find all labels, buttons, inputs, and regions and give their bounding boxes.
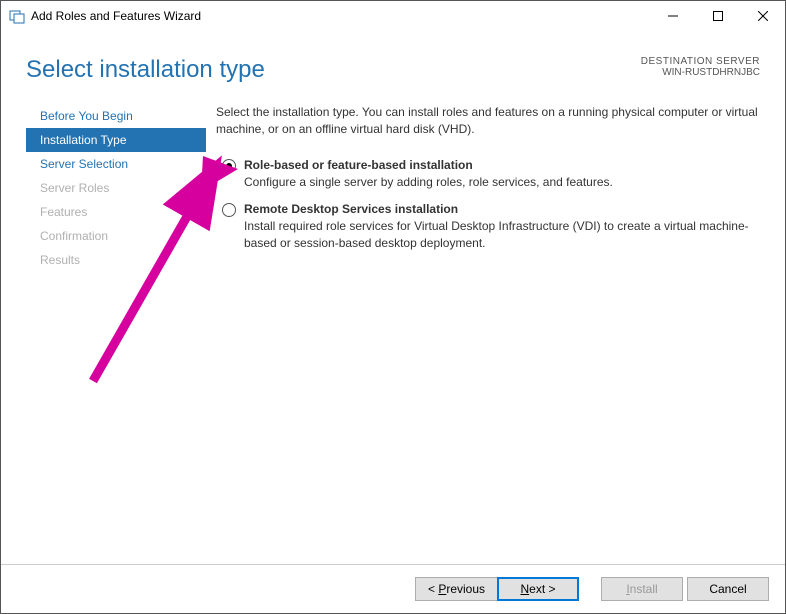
header: Select installation type DESTINATION SER…: [1, 31, 785, 104]
cancel-button[interactable]: Cancel: [687, 577, 769, 601]
destination-server-label: DESTINATION SERVER: [641, 56, 760, 67]
destination-server: DESTINATION SERVER WIN-RUSTDHRNJBC: [641, 56, 760, 78]
sidebar-item-server-selection[interactable]: Server Selection: [26, 152, 206, 176]
option-remote-desktop-desc: Install required role services for Virtu…: [244, 216, 760, 252]
sidebar-item-confirmation: Confirmation: [26, 224, 206, 248]
next-button[interactable]: Next >: [497, 577, 579, 601]
previous-button[interactable]: < PPreviousrevious: [415, 577, 497, 601]
option-role-based[interactable]: Role-based or feature-based installation…: [216, 152, 760, 197]
sidebar-item-features: Features: [26, 200, 206, 224]
radio-remote-desktop[interactable]: [222, 203, 236, 217]
footer: < PPreviousrevious Next > Install Cancel: [1, 564, 785, 613]
option-role-based-desc: Configure a single server by adding role…: [244, 172, 760, 191]
sidebar: Before You Begin Installation Type Serve…: [26, 104, 206, 272]
option-remote-desktop-title: Remote Desktop Services installation: [244, 202, 760, 216]
minimize-button[interactable]: [650, 1, 695, 31]
sidebar-item-server-roles: Server Roles: [26, 176, 206, 200]
main-panel: Select the installation type. You can in…: [216, 104, 760, 272]
window-title: Add Roles and Features Wizard: [31, 9, 650, 23]
intro-text: Select the installation type. You can in…: [216, 104, 760, 152]
maximize-button[interactable]: [695, 1, 740, 31]
option-role-based-title: Role-based or feature-based installation: [244, 158, 760, 172]
sidebar-item-results: Results: [26, 248, 206, 272]
close-button[interactable]: [740, 1, 785, 31]
install-button: Install: [601, 577, 683, 601]
app-icon: [9, 8, 25, 24]
radio-role-based[interactable]: [222, 159, 236, 173]
sidebar-item-installation-type[interactable]: Installation Type: [26, 128, 206, 152]
sidebar-item-before-you-begin[interactable]: Before You Begin: [26, 104, 206, 128]
option-remote-desktop[interactable]: Remote Desktop Services installation Ins…: [216, 196, 760, 258]
titlebar: Add Roles and Features Wizard: [1, 1, 785, 31]
page-title: Select installation type: [26, 56, 641, 84]
destination-server-value: WIN-RUSTDHRNJBC: [641, 67, 760, 78]
